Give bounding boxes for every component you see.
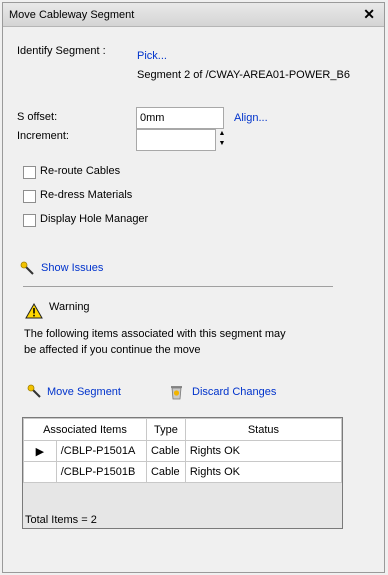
increment-stepper[interactable]: ▲ ▼ [217,129,227,151]
close-icon[interactable]: ✕ [363,6,375,22]
warning-icon [25,303,43,319]
show-issues-link[interactable]: Show Issues [41,262,103,274]
display-hole-manager-checkbox[interactable] [23,214,36,227]
move-cableway-segment-dialog: Move Cableway Segment ✕ Identify Segment… [2,2,385,573]
reroute-cables-checkbox[interactable] [23,166,36,179]
align-link[interactable]: Align... [234,112,268,124]
title-bar: Move Cableway Segment ✕ [3,3,384,27]
window-title: Move Cableway Segment [9,9,135,21]
discard-changes-link[interactable]: Discard Changes [192,386,276,398]
spin-up-icon[interactable]: ▲ [217,129,227,139]
table-row[interactable]: /CBLP-P1501B Cable Rights OK [23,461,343,483]
identify-segment-label: Identify Segment : [17,45,106,57]
cell-status[interactable]: Rights OK [184,461,343,483]
cell-type[interactable]: Cable [145,440,186,462]
redress-materials-label: Re-dress Materials [40,189,133,201]
cell-type[interactable]: Cable [145,461,186,483]
cell-item[interactable]: /CBLP-P1501A [55,440,147,462]
column-header-status[interactable]: Status [184,418,343,441]
table-row[interactable]: ▶ /CBLP-P1501A Cable Rights OK [23,440,343,462]
warning-title: Warning [49,301,90,313]
current-row-indicator-icon: ▶ [23,440,57,462]
redress-materials-checkbox[interactable] [23,190,36,203]
pick-link[interactable]: Pick... [137,50,167,62]
warning-message-line1: The following items associated with this… [24,328,286,340]
divider [23,286,333,287]
column-header-associated-items[interactable]: Associated Items [23,418,147,441]
move-segment-link[interactable]: Move Segment [47,386,121,398]
cell-status[interactable]: Rights OK [184,440,343,462]
segment-info: Segment 2 of /CWAY-AREA01-POWER_B6 [137,69,350,81]
reroute-cables-label: Re-route Cables [40,165,121,177]
column-header-type[interactable]: Type [145,418,186,441]
s-offset-field[interactable]: 0mm [136,107,224,129]
row-selector[interactable] [23,461,57,483]
cell-item[interactable]: /CBLP-P1501B [55,461,147,483]
total-items: Total Items = 2 [25,514,97,526]
increment-field[interactable] [136,129,216,151]
increment-label: Increment: [17,130,69,142]
warning-message-line2: be affected if you continue the move [24,344,201,356]
wand-icon[interactable] [20,261,36,277]
associated-items-table: Associated Items Type Status ▶ /CBLP-P15… [22,417,343,529]
discard-icon[interactable] [169,383,184,400]
s-offset-label: S offset: [17,111,58,123]
display-hole-manager-label: Display Hole Manager [40,213,149,225]
table-header: Associated Items Type Status [23,418,343,441]
wand-icon[interactable] [27,384,43,400]
spin-down-icon[interactable]: ▼ [217,139,227,149]
